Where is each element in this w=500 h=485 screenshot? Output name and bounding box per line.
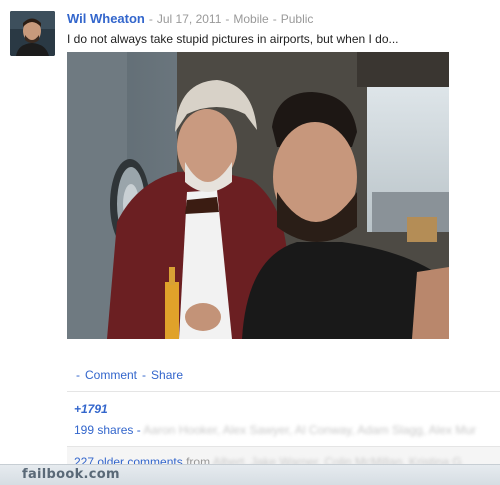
post-source: Mobile: [233, 12, 269, 26]
post-photo[interactable]: [67, 52, 449, 339]
header-separator: -: [148, 12, 153, 26]
author-name-link[interactable]: Wil Wheaton: [67, 11, 145, 26]
post-text: I do not always take stupid pictures in …: [67, 32, 399, 46]
share-link[interactable]: Share: [151, 368, 183, 382]
actions-separator: -: [76, 368, 80, 382]
author-avatar[interactable]: [10, 11, 55, 56]
post-header: Wil Wheaton - Jul 17, 2011- Mobile - Public: [67, 11, 490, 27]
shares-names-blurred: Aaron Hooker, Alex Sawyer, Al Conway, Ad…: [143, 423, 477, 437]
watermark-bar: failbook.com: [0, 464, 500, 485]
avatar-photo: [10, 11, 55, 56]
divider: [67, 391, 500, 392]
shares-row: 199 shares - Aaron Hooker, Alex Sawyer, …: [74, 423, 476, 437]
header-separator: -: [225, 12, 230, 26]
post-actions: - Comment - Share: [71, 368, 183, 382]
post-visibility-link[interactable]: Public: [281, 12, 314, 26]
post-photo-image: [67, 52, 449, 339]
shares-separator: -: [136, 423, 141, 437]
plus-one-count[interactable]: +1791: [74, 402, 108, 416]
watermark-text: failbook.com: [22, 467, 120, 482]
actions-separator: -: [142, 368, 147, 382]
comment-link[interactable]: Comment: [85, 368, 137, 382]
post-date-link[interactable]: Jul 17, 2011: [157, 12, 222, 26]
header-separator: -: [272, 12, 277, 26]
shares-count-link[interactable]: 199 shares: [74, 423, 133, 437]
divider: [67, 446, 500, 447]
